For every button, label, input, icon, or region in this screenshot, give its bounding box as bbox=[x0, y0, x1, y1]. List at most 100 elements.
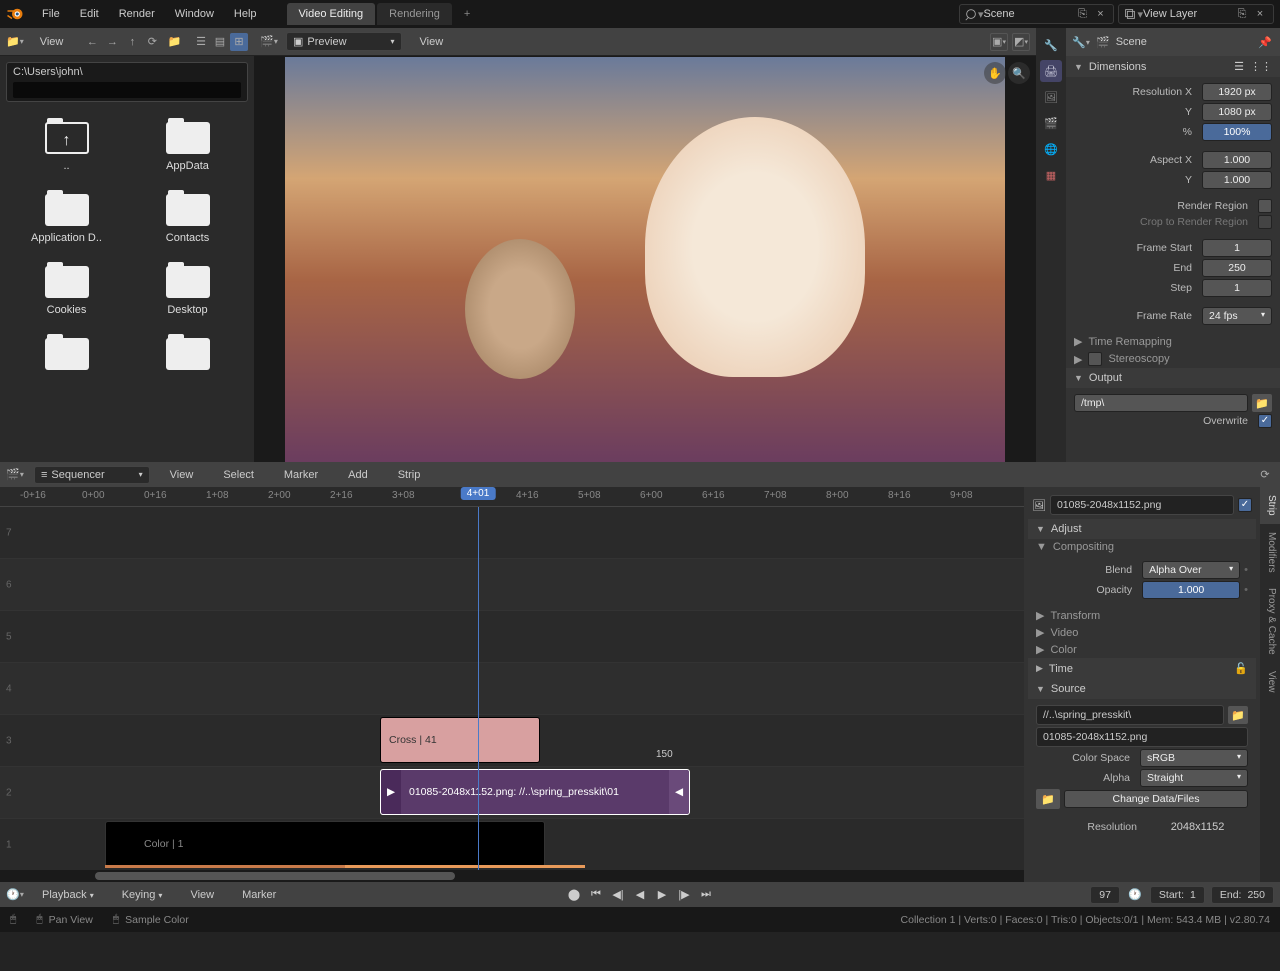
menu-file[interactable]: File bbox=[32, 4, 70, 24]
jump-next-key-icon[interactable]: |▶ bbox=[675, 886, 693, 904]
dimensions-panel-header[interactable]: ▼Dimensions ☰ ⋮⋮ bbox=[1066, 56, 1280, 77]
stereoscopy-panel[interactable]: ▶Stereoscopy bbox=[1066, 350, 1280, 368]
workspace-add[interactable]: + bbox=[454, 3, 480, 25]
folder-contacts[interactable]: Contacts bbox=[131, 190, 244, 244]
strip-color[interactable]: Color | 1 bbox=[105, 821, 545, 867]
scene-browse-icon[interactable] bbox=[964, 7, 978, 21]
display-list-long-icon[interactable]: ▤ bbox=[211, 33, 229, 51]
seq-menu-marker[interactable]: Marker bbox=[274, 465, 328, 485]
aspect-y-field[interactable]: 1.000 bbox=[1202, 171, 1272, 189]
play-reverse-icon[interactable]: ◀ bbox=[631, 886, 649, 904]
autokey-icon[interactable]: ⬤ bbox=[565, 886, 583, 904]
props-tab-tool[interactable]: 🔧 bbox=[1040, 34, 1062, 56]
sequencer-timeline[interactable]: -0+16 0+00 0+16 1+08 2+00 2+16 3+08 4+16… bbox=[0, 487, 1024, 882]
strip-handle-right[interactable]: ◀ bbox=[669, 770, 689, 814]
start-frame-field[interactable]: Start:1 bbox=[1150, 886, 1205, 904]
jump-start-icon[interactable]: ⏮ bbox=[587, 886, 605, 904]
sequencer-tracks[interactable]: 7 6 5 4 3 2 1 Cross | 41 150 ▶ 01085-204… bbox=[0, 507, 1024, 870]
display-list-short-icon[interactable]: ☰ bbox=[192, 33, 210, 51]
nav-refresh-icon[interactable]: ⟳ bbox=[143, 33, 161, 51]
adjust-panel[interactable]: ▼Adjust bbox=[1028, 519, 1256, 539]
preview-mode-dropdown[interactable]: ▣ Preview ▾ bbox=[286, 32, 402, 51]
playhead-marker[interactable]: 4+01 bbox=[461, 487, 496, 500]
create-dir-icon[interactable]: 📁 bbox=[167, 33, 182, 51]
viewlayer-name-input[interactable] bbox=[1143, 8, 1233, 20]
folder-appdata[interactable]: AppData bbox=[131, 118, 244, 172]
folder-cookies[interactable]: Cookies bbox=[10, 262, 123, 316]
folder-item[interactable] bbox=[131, 334, 244, 370]
nav-up-icon[interactable]: ↑ bbox=[123, 33, 141, 51]
keying-menu[interactable]: Keying ▾ bbox=[112, 885, 173, 905]
resolution-pct-field[interactable]: 100% bbox=[1202, 123, 1272, 141]
nav-back-icon[interactable]: ← bbox=[83, 33, 101, 51]
zoom-icon[interactable]: 🔍 bbox=[1008, 62, 1030, 84]
source-panel[interactable]: ▼Source bbox=[1028, 679, 1256, 699]
sequencer-scrollbar[interactable] bbox=[0, 870, 1024, 882]
source-browse-icon[interactable]: 📁 bbox=[1228, 706, 1248, 724]
preview-viewport[interactable]: ✋ 🔍 bbox=[254, 56, 1036, 462]
presets-icon[interactable]: ☰ bbox=[1234, 60, 1244, 73]
folder-application-data[interactable]: Application D.. bbox=[10, 190, 123, 244]
seq-menu-select[interactable]: Select bbox=[213, 465, 264, 485]
viewlayer-selector[interactable]: ▾ ⎘ × bbox=[1118, 4, 1274, 24]
props-tab-world[interactable]: 🌐 bbox=[1040, 138, 1062, 160]
jump-end-icon[interactable]: ⏭ bbox=[697, 886, 715, 904]
tab-modifiers[interactable]: Modifiers bbox=[1260, 524, 1280, 581]
seq-menu-view[interactable]: View bbox=[160, 465, 204, 485]
editor-type-icon[interactable]: 🔧▾ bbox=[1072, 33, 1090, 51]
scene-name-input[interactable] bbox=[983, 8, 1073, 20]
strip-cross[interactable]: Cross | 41 bbox=[380, 717, 540, 763]
color-subpanel[interactable]: ▶Color bbox=[1028, 641, 1256, 658]
options-icon[interactable]: ⋮⋮ bbox=[1250, 60, 1272, 73]
render-region-checkbox[interactable] bbox=[1258, 199, 1272, 213]
video-subpanel[interactable]: ▶Video bbox=[1028, 624, 1256, 641]
workspace-video-editing[interactable]: Video Editing bbox=[287, 3, 376, 25]
strip-enable-checkbox[interactable] bbox=[1238, 498, 1252, 512]
strip-image[interactable]: ▶ 01085-2048x1152.png: //..\spring_press… bbox=[380, 769, 690, 815]
nav-forward-icon[interactable]: → bbox=[103, 33, 121, 51]
workspace-rendering[interactable]: Rendering bbox=[377, 3, 452, 25]
menu-help[interactable]: Help bbox=[224, 4, 267, 24]
use-preview-range-icon[interactable]: 🕐 bbox=[1126, 886, 1144, 904]
colorspace-dropdown[interactable]: sRGB▾ bbox=[1140, 749, 1248, 767]
output-path-field[interactable]: /tmp\ bbox=[1074, 394, 1248, 412]
sequencer-mode-dropdown[interactable]: ≡ Sequencer ▾ bbox=[34, 466, 150, 484]
seq-refresh-icon[interactable]: ⟳ bbox=[1256, 466, 1274, 484]
lock-icon[interactable]: 🔓 bbox=[1234, 662, 1248, 675]
filebrowser-path[interactable]: C:\Users\john\ bbox=[6, 62, 248, 102]
display-thumbnails-icon[interactable]: ⊞ bbox=[230, 33, 248, 51]
end-frame-field[interactable]: End:250 bbox=[1211, 886, 1274, 904]
menu-render[interactable]: Render bbox=[109, 4, 165, 24]
data-browse-icon[interactable]: 📁 bbox=[1036, 789, 1060, 809]
props-tab-output[interactable]: 🖨 bbox=[1040, 60, 1062, 82]
channels-icon[interactable]: ◩▾ bbox=[1012, 33, 1030, 51]
folder-desktop[interactable]: Desktop bbox=[131, 262, 244, 316]
change-data-button[interactable]: Change Data/Files bbox=[1064, 790, 1248, 808]
aspect-x-field[interactable]: 1.000 bbox=[1202, 151, 1272, 169]
scene-delete-icon[interactable]: × bbox=[1091, 5, 1109, 23]
props-tab-scene[interactable]: 🎬 bbox=[1040, 112, 1062, 134]
pin-icon[interactable]: 📌 bbox=[1256, 33, 1274, 51]
resolution-y-field[interactable]: 1080 px bbox=[1202, 103, 1272, 121]
seq-menu-strip[interactable]: Strip bbox=[388, 465, 431, 485]
scene-selector[interactable]: ▾ ⎘ × bbox=[959, 4, 1115, 24]
pan-icon[interactable]: ✋ bbox=[984, 62, 1006, 84]
frame-step-field[interactable]: 1 bbox=[1202, 279, 1272, 297]
playhead-line[interactable] bbox=[478, 507, 479, 870]
tab-proxy-cache[interactable]: Proxy & Cache bbox=[1260, 580, 1280, 663]
menu-edit[interactable]: Edit bbox=[70, 4, 109, 24]
playback-menu[interactable]: Playback ▾ bbox=[32, 885, 104, 905]
time-remapping-panel[interactable]: ▶Time Remapping bbox=[1066, 333, 1280, 350]
compositing-subpanel[interactable]: ▼Compositing bbox=[1028, 539, 1256, 555]
opacity-field[interactable]: 1.000 bbox=[1142, 581, 1240, 599]
scrollbar-thumb[interactable] bbox=[95, 872, 455, 880]
viewlayer-copy-icon[interactable]: ⎘ bbox=[1233, 5, 1251, 23]
footer-view-menu[interactable]: View bbox=[180, 885, 224, 905]
editor-type-icon[interactable]: 🎬▾ bbox=[6, 466, 24, 484]
resolution-x-field[interactable]: 1920 px bbox=[1202, 83, 1272, 101]
jump-prev-key-icon[interactable]: ◀| bbox=[609, 886, 627, 904]
fb-view-menu[interactable]: View bbox=[30, 32, 74, 52]
frame-end-field[interactable]: 250 bbox=[1202, 259, 1272, 277]
preview-view-menu[interactable]: View bbox=[410, 32, 454, 52]
scene-copy-icon[interactable]: ⎘ bbox=[1073, 5, 1091, 23]
